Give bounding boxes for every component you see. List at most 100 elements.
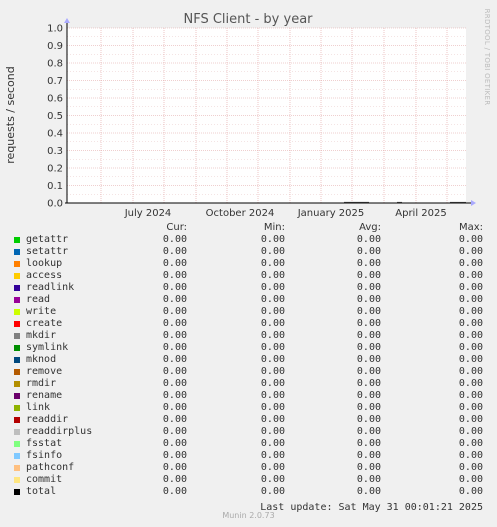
legend-swatch-create	[14, 321, 20, 327]
legend-avg-value: 0.00	[356, 450, 381, 461]
legend-swatch-setattr	[14, 249, 20, 255]
legend-label-readdir: readdir	[26, 414, 69, 425]
legend-min-value: 0.00	[260, 318, 285, 329]
legend-swatch-link	[14, 405, 20, 411]
header-max: Max:	[458, 222, 483, 233]
header-cur: Cur:	[166, 222, 187, 233]
legend-max-value: 0.00	[458, 390, 483, 401]
legend-max-value: 0.00	[458, 270, 483, 281]
legend-min-value: 0.00	[260, 330, 285, 341]
legend-avg-value: 0.00	[356, 474, 381, 485]
x-tick-label: April 2025	[395, 208, 446, 219]
legend-min-value: 0.00	[260, 486, 285, 497]
legend-label-read: read	[26, 294, 51, 305]
legend-min-value: 0.00	[260, 234, 285, 245]
legend-avg-value: 0.00	[356, 270, 381, 281]
legend-row-commit: commit 0.00 0.00 0.00 0.00	[0, 474, 497, 486]
legend-row-read: read 0.00 0.00 0.00 0.00	[0, 294, 497, 306]
y-tick-label: 0.1	[47, 181, 63, 192]
legend-min-value: 0.00	[260, 354, 285, 365]
legend-min-value: 0.00	[260, 306, 285, 317]
legend-max-value: 0.00	[458, 258, 483, 269]
legend-row-pathconf: pathconf 0.00 0.00 0.00 0.00	[0, 462, 497, 474]
legend-avg-value: 0.00	[356, 426, 381, 437]
legend-swatch-total	[14, 489, 20, 495]
legend-max-value: 0.00	[458, 330, 483, 341]
legend-max-value: 0.00	[458, 294, 483, 305]
legend-min-value: 0.00	[260, 294, 285, 305]
legend-cur-value: 0.00	[162, 234, 187, 245]
x-tick-label: January 2025	[297, 208, 365, 219]
legend-cur-value: 0.00	[162, 294, 187, 305]
legend-max-value: 0.00	[458, 402, 483, 413]
legend-avg-value: 0.00	[356, 378, 381, 389]
legend-min-value: 0.00	[260, 474, 285, 485]
legend-swatch-remove	[14, 369, 20, 375]
legend-min-value: 0.00	[260, 426, 285, 437]
legend-avg-value: 0.00	[356, 330, 381, 341]
legend-rows: getattr 0.00 0.00 0.00 0.00 setattr 0.00 0.00 0.…	[0, 234, 497, 498]
legend-cur-value: 0.00	[162, 390, 187, 401]
legend-avg-value: 0.00	[356, 318, 381, 329]
legend-min-value: 0.00	[260, 378, 285, 389]
legend-swatch-mknod	[14, 357, 20, 363]
legend-avg-value: 0.00	[356, 246, 381, 257]
legend-row-getattr: getattr 0.00 0.00 0.00 0.00	[0, 234, 497, 246]
legend-min-value: 0.00	[260, 414, 285, 425]
legend-max-value: 0.00	[458, 426, 483, 437]
y-tick-label: 0.2	[47, 164, 63, 175]
legend-min-value: 0.00	[260, 342, 285, 353]
legend-max-value: 0.00	[458, 462, 483, 473]
legend-row-write: write 0.00 0.00 0.00 0.00	[0, 306, 497, 318]
legend-avg-value: 0.00	[356, 342, 381, 353]
legend-label-fsinfo: fsinfo	[26, 450, 63, 461]
legend-row-fsstat: fsstat 0.00 0.00 0.00 0.00	[0, 438, 497, 450]
legend-min-value: 0.00	[260, 246, 285, 257]
legend-label-rmdir: rmdir	[26, 378, 57, 389]
legend-max-value: 0.00	[458, 486, 483, 497]
legend-cur-value: 0.00	[162, 330, 187, 341]
legend-cur-value: 0.00	[162, 306, 187, 317]
legend-header: Cur: Min: Avg: Max:	[0, 222, 497, 234]
legend-max-value: 0.00	[458, 354, 483, 365]
legend-max-value: 0.00	[458, 474, 483, 485]
legend-min-value: 0.00	[260, 450, 285, 461]
y-tick-label: 0.9	[47, 41, 63, 52]
legend-avg-value: 0.00	[356, 390, 381, 401]
legend-row-setattr: setattr 0.00 0.00 0.00 0.00	[0, 246, 497, 258]
legend-label-readlink: readlink	[26, 282, 75, 293]
legend-row-fsinfo: fsinfo 0.00 0.00 0.00 0.00	[0, 450, 497, 462]
legend-min-value: 0.00	[260, 270, 285, 281]
legend-avg-value: 0.00	[356, 294, 381, 305]
y-tick-label: 1.0	[47, 24, 63, 35]
y-axis-arrow	[64, 18, 70, 23]
legend-avg-value: 0.00	[356, 354, 381, 365]
header-min: Min:	[263, 222, 285, 233]
legend-swatch-lookup	[14, 261, 20, 267]
legend-cur-value: 0.00	[162, 354, 187, 365]
legend-row-remove: remove 0.00 0.00 0.00 0.00	[0, 366, 497, 378]
legend-cur-value: 0.00	[162, 282, 187, 293]
y-tick-label: 0.5	[47, 111, 63, 122]
plot-area: 0.0 0.1 0.2 0.3 0.4 0.5 0.6 0.7 0.8 0.9 1.0 July 20…	[47, 18, 476, 219]
legend-label-pathconf: pathconf	[26, 462, 75, 473]
legend-row-create: create 0.00 0.00 0.00 0.00	[0, 318, 497, 330]
legend-row-access: access 0.00 0.00 0.00 0.00	[0, 270, 497, 282]
legend-label-mknod: mknod	[26, 354, 57, 365]
legend-avg-value: 0.00	[356, 366, 381, 377]
legend-cur-value: 0.00	[162, 402, 187, 413]
legend-avg-value: 0.00	[356, 234, 381, 245]
legend-max-value: 0.00	[458, 282, 483, 293]
legend-max-value: 0.00	[458, 306, 483, 317]
legend-avg-value: 0.00	[356, 282, 381, 293]
legend-swatch-rmdir	[14, 381, 20, 387]
legend-row-rename: rename 0.00 0.00 0.00 0.00	[0, 390, 497, 402]
legend: Cur: Min: Avg: Max: getattr 0.00 0.00 0.00 0…	[0, 222, 497, 498]
legend-max-value: 0.00	[458, 438, 483, 449]
legend-row-mkdir: mkdir 0.00 0.00 0.00 0.00	[0, 330, 497, 342]
legend-max-value: 0.00	[458, 366, 483, 377]
legend-label-create: create	[26, 318, 63, 329]
legend-cur-value: 0.00	[162, 318, 187, 329]
legend-row-symlink: symlink 0.00 0.00 0.00 0.00	[0, 342, 497, 354]
legend-cur-value: 0.00	[162, 258, 187, 269]
